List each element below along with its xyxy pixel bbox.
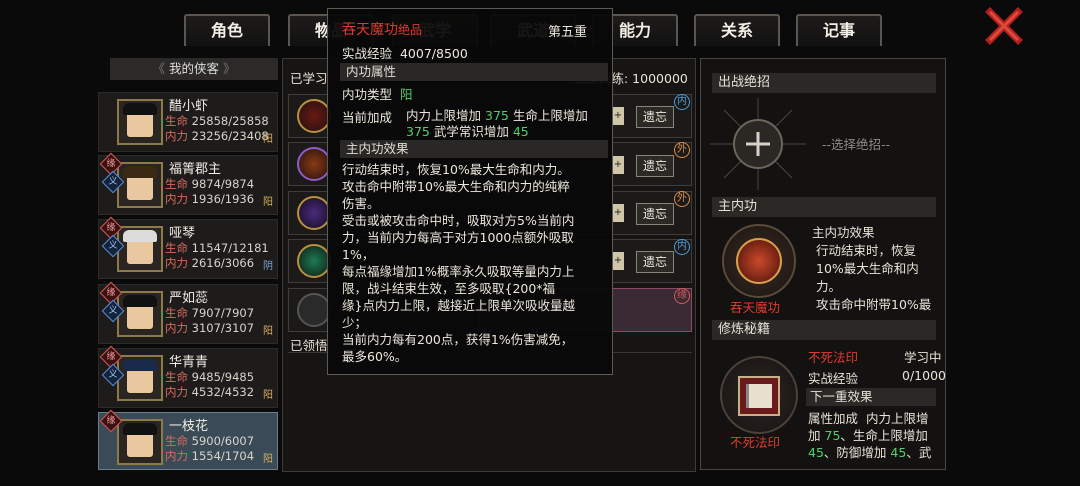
mp-type-tag: 阳 [263, 134, 273, 145]
next-line-3: 45、防御增加 45、武 [808, 445, 932, 460]
main-effect-title: 主内功效果 [812, 225, 875, 240]
empty-slot-icon [297, 293, 331, 327]
mp-type-tag: 阳 [263, 197, 273, 208]
hp-stat: 生命 5900/6007 [165, 434, 255, 448]
bonus-label: 当前加成 [342, 110, 393, 125]
mp-type-tag: 阴 [263, 261, 273, 272]
tab-relations[interactable]: 关系 [694, 14, 780, 46]
mp-stat: 内力 23256/23408 [165, 129, 269, 143]
main-inner-title: 主内功 [712, 197, 936, 217]
manual-title: 修炼秘籍 [712, 320, 936, 340]
close-icon[interactable] [984, 6, 1024, 46]
avatar [117, 419, 163, 465]
expand-icon[interactable]: + [612, 252, 624, 270]
ultimate-title: 出战绝招 [712, 73, 936, 93]
main-effect-line: 力。 [816, 279, 842, 294]
character-name: 福箐郡主 [169, 162, 222, 177]
mp-type-tag: 阳 [263, 390, 273, 401]
fate-tag: 缘 [674, 288, 690, 304]
book-icon [738, 376, 780, 416]
manual-frame[interactable] [720, 356, 798, 434]
flame-icon [297, 147, 331, 181]
roster-item[interactable]: 缘 义 严如蕊 生命 7907/7907 内力 3107/3107 阳 [98, 281, 278, 344]
manual-icon-label: 不死法印 [730, 435, 781, 450]
outer-tag: 外 [674, 191, 690, 207]
effect-line: 力，当前内力每高于对方1000点额外吸取 [342, 230, 574, 245]
type-line: 内功类型 阳 [342, 87, 413, 102]
character-name: 一枝花 [169, 419, 209, 434]
avatar [117, 291, 163, 337]
effect-section: 主内功效果 [340, 140, 608, 158]
hp-stat: 生命 7907/7907 [165, 306, 255, 320]
orb-icon [297, 244, 331, 278]
chevron-left-icon: 《 [152, 61, 169, 76]
mp-type-tag: 阳 [263, 454, 273, 465]
add-ultimate-icon[interactable] [708, 96, 808, 192]
tab-journal[interactable]: 记事 [796, 14, 882, 46]
character-name: 醋小虾 [169, 99, 209, 114]
mp-stat: 内力 1936/1936 [165, 192, 255, 206]
inner-tag: 内 [674, 239, 690, 255]
roster-item[interactable]: 缘 义 福箐郡主 生命 9874/9874 内力 1936/1936 阳 [98, 152, 278, 215]
roster-item[interactable]: 缘 义 哑琴 生命 11547/12181 内力 2616/3066 阴 [98, 216, 278, 279]
roster-header: 《 我的侠客 》 [110, 58, 278, 80]
main-inner-frame[interactable] [722, 224, 796, 298]
mp-stat: 内力 1554/1704 [165, 449, 255, 463]
roster-item[interactable]: 缘 义 华青青 生命 9485/9485 内力 4532/4532 阳 [98, 345, 278, 408]
exp-line: 实战经验 4007/8500 [342, 46, 468, 61]
skill-tooltip: 吞天魔功绝品 第五重 实战经验 4007/8500 内功属性 内功类型 阳 当前… [327, 8, 613, 375]
expand-icon[interactable]: + [612, 107, 624, 125]
hp-stat: 生命 25858/25858 [165, 114, 269, 128]
hp-stat: 生命 9874/9874 [165, 177, 255, 191]
avatar [117, 162, 163, 208]
mp-stat: 内力 4532/4532 [165, 385, 255, 399]
main-effect-line: 攻击命中附带10%最 [816, 297, 932, 312]
expand-icon[interactable]: + [612, 156, 624, 174]
effect-line: 缘}点内力上限，越接近上限单次吸收量越 [342, 298, 575, 313]
hp-stat: 生命 11547/12181 [165, 241, 269, 255]
avatar [117, 226, 163, 272]
forget-button[interactable]: 遗忘 [636, 106, 674, 128]
mp-type-tag: 阳 [263, 326, 273, 337]
mp-stat: 内力 3107/3107 [165, 321, 255, 335]
character-name: 严如蕊 [169, 291, 209, 306]
main-effect-line: 10%最大生命和内 [816, 261, 919, 276]
manual-exp-value: 0/1000 [902, 368, 946, 383]
inner-tag: 内 [674, 94, 690, 110]
main-effect-line: 行动结束时，恢复 [816, 243, 917, 258]
avatar [117, 99, 163, 145]
chevron-right-icon: 》 [219, 61, 236, 76]
roster-item[interactable]: 醋小虾 生命 25858/25858 内力 23256/23408 阳 [98, 92, 278, 152]
character-name: 华青青 [169, 355, 209, 370]
expand-icon[interactable]: + [612, 204, 624, 222]
main-inner-name: 吞天魔功 [730, 300, 781, 315]
manual-name: 不死法印 [808, 350, 859, 365]
next-tier-title: 下一重效果 [806, 388, 936, 406]
manual-exp-label: 实战经验 [808, 371, 859, 386]
bonus-line-2: 375 武学常识增加 45 [406, 124, 529, 139]
manual-status: 学习中 [904, 350, 942, 365]
forget-button[interactable]: 遗忘 [636, 155, 674, 177]
mp-stat: 内力 2616/3066 [165, 256, 255, 270]
forget-button[interactable]: 遗忘 [636, 251, 674, 273]
skill-name: 吞天魔功绝品 [342, 22, 423, 38]
effect-line: 最多60%。 [342, 349, 408, 364]
choose-ultimate-label[interactable]: --选择绝招-- [822, 134, 890, 153]
tab-role[interactable]: 角色 [184, 14, 270, 46]
forget-button[interactable]: 遗忘 [636, 203, 674, 225]
flame-icon [297, 99, 331, 133]
learned-label: 已学习 [290, 71, 328, 86]
skill-tier: 第五重 [548, 25, 588, 40]
outer-tag: 外 [674, 142, 690, 158]
crystal-icon [297, 196, 331, 230]
hp-stat: 生命 9485/9485 [165, 370, 255, 384]
character-name: 哑琴 [169, 226, 196, 241]
avatar [117, 355, 163, 401]
roster-item-selected[interactable]: 缘 一枝花 生命 5900/6007 内力 1554/1704 阳 [98, 409, 278, 470]
attr-section: 内功属性 [340, 63, 608, 81]
flame-icon [736, 238, 782, 284]
